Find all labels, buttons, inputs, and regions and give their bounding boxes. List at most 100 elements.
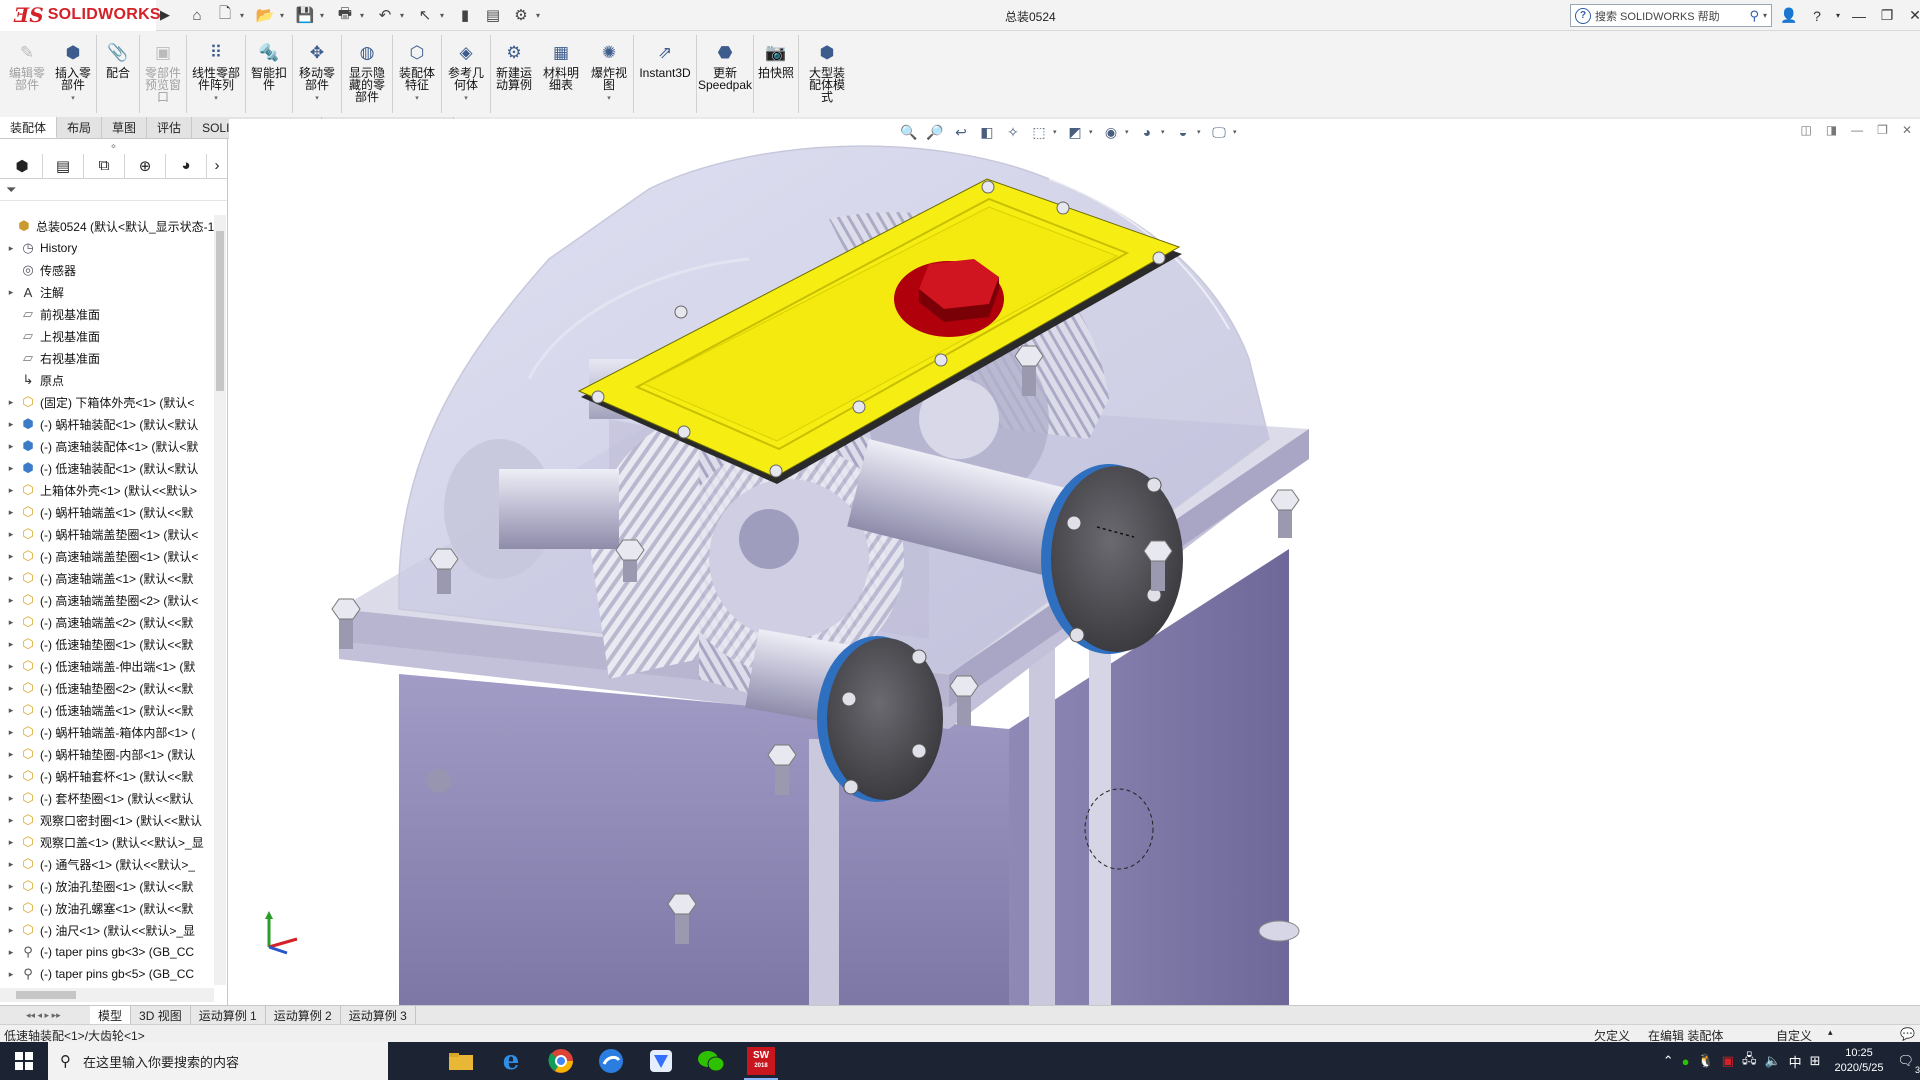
ribbon-button[interactable]: ▣ 零部件 预览窗 口	[140, 31, 186, 117]
user-account-icon[interactable]: 👤	[1778, 4, 1800, 28]
display-manager-icon[interactable]: ◕	[166, 153, 207, 178]
gearbox-3d-model[interactable]	[229, 119, 1920, 1005]
search-icon[interactable]: ⚲	[1749, 8, 1759, 24]
viewport-minimize-button[interactable]: —	[1851, 123, 1863, 137]
tree-item[interactable]: ▸ ⬡ (-) 通气器<1> (默认<<默认>_	[0, 853, 214, 875]
ribbon-dropdown-icon[interactable]: ▾	[415, 93, 419, 105]
quick-access-dropdown-icon[interactable]: ▾	[400, 11, 410, 20]
solidworks-taskbar-icon[interactable]: SW 2018	[736, 1042, 786, 1080]
tree-expander-icon[interactable]: ▸	[4, 639, 18, 650]
command-tab[interactable]: 评估	[147, 117, 193, 138]
tree-item[interactable]: ▸ ⬡ (-) 蜗杆轴端盖-箱体内部<1> (	[0, 721, 214, 743]
quick-access-dropdown-icon[interactable]: ▾	[240, 11, 250, 20]
minimize-button[interactable]: —	[1848, 4, 1870, 28]
tree-expander-icon[interactable]: ▸	[4, 595, 18, 606]
tree-item[interactable]: ↳ 原点	[0, 369, 214, 391]
ribbon-button[interactable]: ⬢ 大型装 配体模 式	[799, 31, 855, 117]
feishu-taskbar-icon[interactable]	[636, 1042, 686, 1080]
tree-expander-icon[interactable]: ▸	[4, 463, 18, 474]
edit-appearance-icon[interactable]: ◕	[1135, 122, 1159, 142]
tree-expander-icon[interactable]: ▸	[4, 661, 18, 672]
qq-tray-icon[interactable]: 🐧	[1697, 1053, 1713, 1069]
ribbon-dropdown-icon[interactable]: ▾	[214, 93, 218, 105]
tree-filter[interactable]: ⏷	[0, 179, 227, 201]
apply-scene-icon[interactable]: ◒	[1171, 122, 1195, 142]
tree-item[interactable]: ▸ ⬡ (-) 油尺<1> (默认<<默认>_显	[0, 919, 214, 941]
ime-mode-icon[interactable]: ⊞	[1810, 1053, 1821, 1069]
tree-item[interactable]: ▸ ⬡ (-) 高速轴端盖垫圈<2> (默认<	[0, 589, 214, 611]
ribbon-button[interactable]: ▦ 材料明 细表	[537, 31, 585, 117]
ribbon-button[interactable]: ◍ 显示隐 藏的零 部件	[342, 31, 392, 117]
view-dropdown-icon[interactable]: ▾	[1125, 128, 1133, 136]
solidworks-logo[interactable]: ƎS SOLIDWORKS	[0, 0, 161, 31]
ribbon-button[interactable]: ⇗ Instant3D	[634, 31, 696, 117]
select-cursor-icon[interactable]: ↖	[412, 3, 438, 27]
ribbon-button[interactable]: ⬣ 更新 Speedpak	[697, 31, 753, 117]
tree-expander-icon[interactable]: ▸	[4, 507, 18, 518]
ribbon-button[interactable]: ✺ 爆炸视 图 ▾	[585, 31, 633, 117]
ribbon-dropdown-icon[interactable]: ▾	[607, 93, 611, 105]
print-icon[interactable]: 🖶	[332, 3, 358, 27]
tree-expander-icon[interactable]: ▸	[4, 859, 18, 870]
tree-expander-icon[interactable]: ▸	[4, 881, 18, 892]
save-icon[interactable]: 💾	[292, 3, 318, 27]
viewport-restore-button[interactable]: ❐	[1877, 123, 1888, 137]
tree-item[interactable]: ▸ ⬢ (-) 高速轴装配体<1> (默认<默	[0, 435, 214, 457]
tree-item[interactable]: ▱ 上视基准面	[0, 325, 214, 347]
tree-expander-icon[interactable]: ▸	[4, 815, 18, 826]
filter-funnel-icon[interactable]: ⏷	[6, 182, 16, 198]
ribbon-button[interactable]: ✎ 编辑零 部件	[4, 31, 50, 117]
previous-view-icon[interactable]: ↩	[949, 122, 973, 142]
quick-access-dropdown-icon[interactable]: ▾	[536, 11, 546, 20]
tree-expander-icon[interactable]: ▸	[4, 925, 18, 936]
tree-item[interactable]: ▱ 右视基准面	[0, 347, 214, 369]
scrollbar-thumb[interactable]	[16, 991, 76, 999]
new-document-icon[interactable]: 🗋	[212, 3, 238, 27]
tree-expander-icon[interactable]: ▸	[4, 441, 18, 452]
tree-vertical-scrollbar[interactable]	[214, 215, 226, 985]
units-dropdown-icon[interactable]: ▴	[1828, 1027, 1833, 1038]
tree-item[interactable]: ▸ ⬡ (-) 蜗杆轴垫圈-内部<1> (默认	[0, 743, 214, 765]
tree-item[interactable]: ▸ ⬡ (-) 低速轴端盖-伸出端<1> (默	[0, 655, 214, 677]
tree-item[interactable]: ▸ ⬡ (-) 高速轴端盖<2> (默认<<默	[0, 611, 214, 633]
edge-browser-taskbar-icon[interactable]: e	[486, 1042, 536, 1080]
help-search-box[interactable]: ? 搜索 SOLIDWORKS 帮助 ⚲ ▾	[1570, 4, 1772, 27]
tree-expander-icon[interactable]: ▸	[4, 683, 18, 694]
ribbon-dropdown-icon[interactable]: ▾	[464, 93, 468, 105]
ime-indicator[interactable]: 中	[1789, 1052, 1802, 1071]
tree-expander-icon[interactable]: ▸	[4, 419, 18, 430]
tree-horizontal-scrollbar[interactable]	[0, 988, 214, 1002]
ribbon-button[interactable]: 🔩 智能扣 件	[246, 31, 292, 117]
view-dropdown-icon[interactable]: ▾	[1089, 128, 1097, 136]
tree-expander-icon[interactable]: ▸	[4, 727, 18, 738]
tree-item[interactable]: ▸ ⬡ (-) 蜗杆轴端盖<1> (默认<<默	[0, 501, 214, 523]
tree-expander-icon[interactable]: ▸	[4, 705, 18, 716]
model-tab[interactable]: 模型	[90, 1006, 132, 1024]
view-dropdown-icon[interactable]: ▾	[1197, 128, 1205, 136]
hide-show-icon[interactable]: ◉	[1099, 122, 1123, 142]
tree-expander-icon[interactable]: ▸	[4, 947, 18, 958]
quick-access-dropdown-icon[interactable]: ▾	[320, 11, 330, 20]
tree-expander-icon[interactable]: ▸	[4, 969, 18, 980]
dynamic-annotation-icon[interactable]: ✧	[1001, 122, 1025, 142]
tree-item[interactable]: ▸ ⬡ (固定) 下箱体外壳<1> (默认<	[0, 391, 214, 413]
tree-item[interactable]: ▸ ⬡ 观察口盖<1> (默认<<默认>_显	[0, 831, 214, 853]
section-view-icon[interactable]: ◧	[975, 122, 999, 142]
ribbon-button[interactable]: ⠿ 线性零部 件阵列 ▾	[187, 31, 245, 117]
tree-item[interactable]: ▸ ⬡ 上箱体外壳<1> (默认<<默认>	[0, 479, 214, 501]
ribbon-button[interactable]: 📷 拍快照	[754, 31, 798, 117]
tree-item[interactable]: ▸ ◷ History	[0, 237, 214, 259]
ribbon-button[interactable]: ⚙ 新建运 动算例	[491, 31, 537, 117]
status-message-icon[interactable]: 💬	[1900, 1027, 1915, 1041]
tree-item[interactable]: ▸ ⬡ (-) 放油孔螺塞<1> (默认<<默	[0, 897, 214, 919]
tree-item[interactable]: ▱ 前视基准面	[0, 303, 214, 325]
tree-item[interactable]: ▸ ⬢ (-) 蜗杆轴装配<1> (默认<默认	[0, 413, 214, 435]
rebuild-icon[interactable]: ▮	[452, 3, 478, 27]
model-tab[interactable]: 运动算例 3	[341, 1006, 416, 1024]
wechat-tray-icon[interactable]: ●	[1682, 1054, 1690, 1069]
quick-access-dropdown-icon[interactable]: ▾	[440, 11, 450, 20]
tree-item[interactable]: ▸ ⬡ (-) 低速轴垫圈<1> (默认<<默	[0, 633, 214, 655]
dimxpert-icon[interactable]: ⊕	[125, 153, 166, 178]
viewport-tile-right-icon[interactable]: ◨	[1826, 123, 1837, 137]
tab-navigation[interactable]: ◂◂ ◂ ▸ ▸▸	[0, 1006, 90, 1025]
